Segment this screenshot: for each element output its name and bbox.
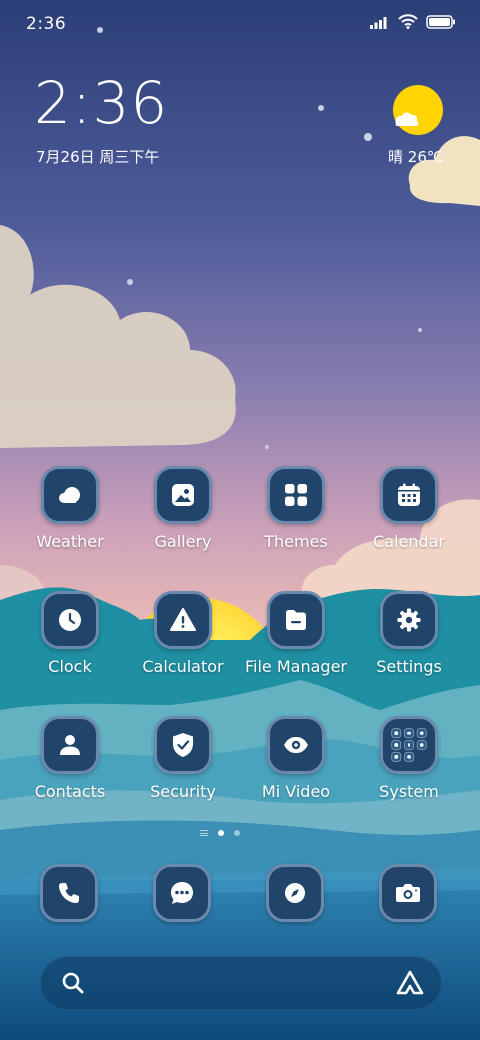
app-calculator[interactable]: Calculator: [127, 591, 239, 676]
wifi-icon: [398, 14, 418, 33]
browser-icon[interactable]: [266, 864, 324, 922]
app-label: Security: [150, 782, 216, 801]
gallery-icon: [154, 466, 212, 524]
app-clock[interactable]: Clock: [14, 591, 126, 676]
clock-icon: [41, 591, 99, 649]
feed-page-indicator: [200, 830, 208, 836]
settings-icon: [380, 591, 438, 649]
app-label: Contacts: [34, 782, 106, 801]
weather-temperature: 26℃: [407, 148, 444, 166]
themes-icon: [267, 466, 325, 524]
app-themes[interactable]: Themes: [240, 466, 352, 551]
status-bar-time: 2:36: [26, 14, 67, 34]
camera-icon[interactable]: [379, 864, 437, 922]
security-icon: [154, 716, 212, 774]
app-gallery[interactable]: Gallery: [127, 466, 239, 551]
battery-icon: [426, 14, 456, 33]
signal-icon: [370, 14, 390, 33]
mi-video-icon: [267, 716, 325, 774]
app-label: Clock: [48, 657, 92, 676]
folder-icon: [380, 716, 438, 774]
app-settings[interactable]: Settings: [353, 591, 465, 676]
app-mi-video[interactable]: Mi Video: [240, 716, 352, 801]
weather-icon: [41, 466, 99, 524]
contacts-icon: [41, 716, 99, 774]
weather-widget-text[interactable]: 晴 26℃: [388, 146, 444, 167]
app-security[interactable]: Security: [127, 716, 239, 801]
phone-icon[interactable]: [40, 864, 98, 922]
page-indicator[interactable]: [200, 830, 240, 836]
weather-condition: 晴: [388, 148, 404, 166]
sun-cloud-icon[interactable]: [392, 84, 444, 136]
app-label: Settings: [376, 657, 442, 676]
app-label: System: [379, 782, 439, 801]
app-label: Gallery: [154, 532, 212, 551]
app-label: Themes: [264, 532, 328, 551]
search-bar[interactable]: [40, 956, 442, 1010]
calculator-icon: [154, 591, 212, 649]
messages-icon[interactable]: [153, 864, 211, 922]
app-label: Mi Video: [261, 782, 331, 801]
app-weather[interactable]: Weather: [14, 466, 126, 551]
app-label: Weather: [36, 532, 104, 551]
search-icon[interactable]: [61, 971, 85, 999]
app-contacts[interactable]: Contacts: [14, 716, 126, 801]
clock-widget-time[interactable]: 2:36: [34, 74, 168, 132]
clock-widget-date[interactable]: 7月26日 周三下午: [36, 146, 159, 167]
calendar-icon: [380, 466, 438, 524]
file-manager-icon: [267, 591, 325, 649]
app-file-manager[interactable]: File Manager: [240, 591, 352, 676]
app-calendar[interactable]: Calendar: [353, 466, 465, 551]
status-bar-icons: [370, 14, 456, 33]
folder-system[interactable]: System: [353, 716, 465, 801]
page-dot-active: [218, 830, 224, 836]
app-label: Calculator: [142, 657, 224, 676]
app-label: Calendar: [373, 532, 445, 551]
assistant-icon[interactable]: [395, 969, 425, 1001]
page-dot: [234, 830, 240, 836]
app-label: File Manager: [245, 657, 347, 676]
